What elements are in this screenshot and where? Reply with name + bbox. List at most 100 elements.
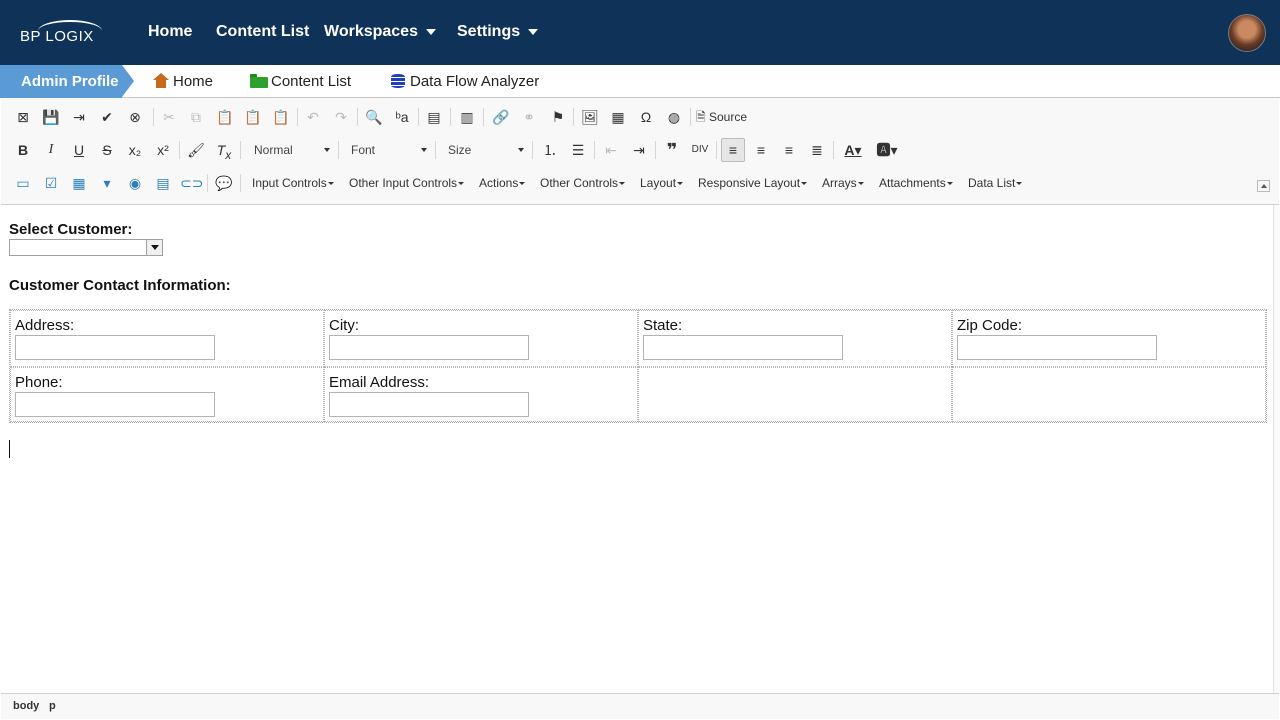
font-dropdown[interactable]: Font	[351, 139, 427, 161]
paste-icon[interactable]: 📋	[214, 106, 236, 128]
nav-settings[interactable]: Settings	[457, 23, 539, 41]
bold-icon[interactable]: B	[12, 139, 34, 161]
city-field[interactable]	[329, 335, 529, 360]
toolbar-separator	[655, 141, 656, 159]
save-and-check-icon[interactable]: ✔	[96, 106, 118, 128]
source-button[interactable]: 🗎 Source	[696, 106, 760, 128]
textbox-control-icon[interactable]: ▭	[12, 172, 34, 194]
address-field[interactable]	[15, 335, 215, 360]
button-control-icon[interactable]: ⊂⊃	[180, 172, 203, 194]
chevron-down-icon[interactable]	[146, 240, 162, 255]
breadcrumb-home[interactable]: Home	[152, 73, 213, 90]
menu-arrays[interactable]: Arrays	[822, 176, 864, 190]
strikethrough-icon[interactable]: S	[96, 139, 118, 161]
undo-icon[interactable]: ↶	[302, 106, 324, 128]
state-field[interactable]	[643, 335, 843, 360]
size-dropdown-value: Size	[448, 143, 472, 157]
user-avatar[interactable]	[1228, 14, 1266, 52]
align-left-icon[interactable]: ≡	[721, 138, 745, 162]
show-blocks-icon[interactable]: ▥	[456, 106, 478, 128]
menu-layout[interactable]: Layout	[640, 176, 684, 190]
superscript-icon[interactable]: x²	[152, 139, 174, 161]
table-cell-empty[interactable]	[638, 367, 952, 422]
list-control-icon[interactable]: ▤	[152, 172, 174, 194]
collapse-toolbar-button[interactable]	[1257, 180, 1270, 192]
breadcrumb-bar: Admin Profile Home Content List Data Flo…	[0, 65, 1280, 98]
editor-content-area[interactable]: Select Customer: Customer Contact Inform…	[1, 205, 1273, 693]
menu-actions-label: Actions	[479, 176, 519, 190]
phone-field[interactable]	[15, 392, 215, 417]
email-address-label: Email Address:	[329, 374, 430, 391]
menu-responsive-layout[interactable]: Responsive Layout	[698, 176, 808, 190]
redo-icon[interactable]: ↷	[330, 106, 352, 128]
image-icon[interactable]: 🖼	[579, 106, 601, 128]
path-item-p[interactable]: p	[49, 700, 56, 712]
logo-text: BP LOGIX	[20, 28, 94, 45]
menu-actions[interactable]: Actions	[479, 176, 526, 190]
save-icon[interactable]: 💾	[40, 106, 62, 128]
copy-icon[interactable]: ⧉	[185, 106, 207, 128]
select-customer-dropdown[interactable]	[9, 239, 163, 256]
menu-other-controls[interactable]: Other Controls	[540, 176, 626, 190]
remove-format-icon[interactable]: Tx	[213, 139, 235, 162]
save-as-icon[interactable]: ⇥	[68, 106, 90, 128]
breadcrumb-data-flow-analyzer[interactable]: Data Flow Analyzer	[389, 73, 539, 90]
numbered-list-icon[interactable]: ⒈	[539, 139, 561, 161]
cut-icon[interactable]: ✂	[158, 106, 180, 128]
menu-input-controls[interactable]: Input Controls	[252, 176, 334, 190]
size-dropdown[interactable]: Size	[448, 139, 524, 161]
menu-other-input-controls[interactable]: Other Input Controls	[349, 176, 465, 190]
text-color-icon[interactable]: A▾	[840, 139, 866, 161]
nav-settings-label: Settings	[457, 23, 521, 40]
copy-format-brush-icon[interactable]: 🖌	[185, 139, 207, 161]
replace-icon[interactable]: ᵇa	[391, 106, 413, 128]
dropdown-control-icon[interactable]: ▾	[96, 172, 118, 194]
breadcrumb-admin-profile[interactable]: Admin Profile	[0, 65, 134, 98]
background-color-icon[interactable]: 🅰▾	[874, 139, 900, 161]
blockquote-icon[interactable]: ❞	[661, 139, 683, 161]
toolbar-separator	[435, 141, 436, 159]
align-center-icon[interactable]: ≡	[750, 139, 772, 161]
breadcrumb-content-list[interactable]: Content List	[250, 73, 351, 90]
menu-attachments[interactable]: Attachments	[879, 176, 953, 190]
zip-code-field[interactable]	[957, 335, 1157, 360]
paste-word-icon[interactable]: 📋	[270, 106, 292, 128]
menu-data-list[interactable]: Data List	[968, 176, 1023, 190]
table-cell-state: State:	[638, 310, 952, 367]
bulleted-list-icon[interactable]: ☰	[567, 139, 589, 161]
special-character-icon[interactable]: Ω	[635, 106, 657, 128]
template-icon[interactable]: ▤	[423, 106, 445, 128]
iframe-globe-icon[interactable]: ◍	[663, 106, 685, 128]
nav-workspaces[interactable]: Workspaces	[324, 23, 436, 41]
bplogix-logo[interactable]: BP LOGIX	[18, 19, 108, 47]
align-right-icon[interactable]: ≡	[778, 139, 800, 161]
italic-icon[interactable]: I	[40, 139, 62, 161]
path-item-body[interactable]: body	[13, 700, 39, 712]
breadcrumb-data-flow-analyzer-label: Data Flow Analyzer	[410, 73, 540, 90]
email-address-field[interactable]	[329, 392, 529, 417]
decrease-indent-icon[interactable]: ⇤	[600, 139, 622, 161]
paste-text-icon[interactable]: 📋	[242, 106, 264, 128]
nav-content-list[interactable]: Content List	[216, 23, 309, 41]
unlink-icon[interactable]: ⚭	[518, 106, 540, 128]
underline-icon[interactable]: U	[68, 139, 90, 161]
find-icon[interactable]: 🔍	[363, 106, 385, 128]
increase-indent-icon[interactable]: ⇥	[628, 139, 650, 161]
close-form-icon[interactable]: ⊠	[12, 106, 34, 128]
format-dropdown[interactable]: Normal	[254, 139, 330, 161]
nav-home[interactable]: Home	[148, 23, 192, 41]
cancel-icon[interactable]: ⊗	[124, 106, 146, 128]
editor-scrollbar[interactable]	[1273, 205, 1280, 693]
comment-control-icon[interactable]: 💬	[213, 172, 235, 194]
table-cell-empty[interactable]	[952, 367, 1266, 422]
table-icon[interactable]: ▦	[607, 106, 629, 128]
radio-control-icon[interactable]: ◉	[124, 172, 146, 194]
link-icon[interactable]: 🔗	[490, 106, 512, 128]
subscript-icon[interactable]: x₂	[124, 139, 146, 161]
checkbox-control-icon[interactable]: ☑	[40, 172, 62, 194]
justify-icon[interactable]: ≣	[806, 139, 828, 161]
date-control-icon[interactable]: ▦	[68, 172, 90, 194]
city-label: City:	[329, 317, 359, 334]
div-container-icon[interactable]: DIV	[689, 139, 711, 161]
anchor-flag-icon[interactable]: ⚑	[547, 106, 569, 128]
